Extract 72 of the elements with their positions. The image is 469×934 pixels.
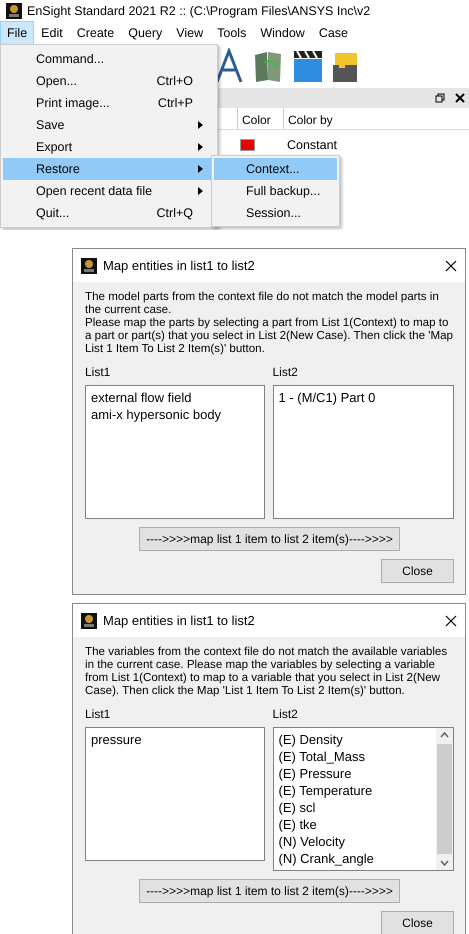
close-button[interactable]: Close: [381, 559, 454, 583]
menu-item[interactable]: Session...: [214, 202, 337, 224]
menu-item[interactable]: View: [169, 20, 210, 46]
list-item[interactable]: pressure: [91, 731, 142, 748]
book-icon[interactable]: [253, 49, 283, 83]
list-item[interactable]: ami-x hypersonic body: [91, 406, 222, 423]
column-header[interactable]: Color: [237, 108, 283, 129]
menu-item[interactable]: Print image... Ctrl+P: [3, 92, 215, 114]
list-label: List1: [85, 706, 112, 723]
scrollbar[interactable]: [436, 728, 453, 870]
list-item[interactable]: (N) Velocity: [278, 833, 345, 850]
submenu-arrow-icon: [198, 187, 203, 195]
message-text: Please map the parts by selecting a part from List 1(Context) to map to a part or part(s) that you select in List 2(New Case). Then click the 'Map List 1 Item To List 2 Item(s)' button.: [85, 316, 454, 355]
menu-item[interactable]: Open... Ctrl+O: [3, 70, 215, 92]
app-icon: [81, 258, 97, 274]
map-button[interactable]: ---->>>>map list 1 item to list 2 item(s)---->>>>: [139, 527, 400, 551]
map-button[interactable]: ---->>>>map list 1 item to list 2 item(s)---->>>>: [139, 879, 400, 903]
restore-icon[interactable]: [435, 93, 445, 103]
dialog-title: Map entities in list1 to list2: [103, 612, 255, 630]
close-button[interactable]: Close: [381, 911, 454, 934]
menu-item[interactable]: Query: [121, 20, 170, 46]
app-icon: [6, 3, 22, 19]
menu-item[interactable]: Window: [253, 20, 312, 46]
clapperboard-icon[interactable]: [293, 49, 323, 83]
menu-item[interactable]: Edit: [34, 20, 70, 46]
list-box[interactable]: external flow field ami-x hypersonic body: [85, 385, 264, 519]
shortcut-label: Ctrl+Q: [156, 204, 193, 222]
list-box[interactable]: 1 - (M/C1) Part 0: [272, 385, 454, 519]
list-label: List2: [272, 706, 299, 723]
list-item[interactable]: (E) Density: [278, 731, 343, 748]
list-item[interactable]: (N) Crank_angle: [278, 850, 374, 867]
list-box[interactable]: (E) Density (E) Total_Mass (E) Pressure (E) Temperature (E) scl (E) tke (N) Velocity (N) Crank_angle: [272, 727, 454, 871]
list-label: List1: [85, 364, 112, 381]
menu-item[interactable]: Create: [70, 20, 122, 46]
menu-item[interactable]: File: [0, 20, 34, 46]
app-icon: [81, 612, 97, 628]
shortcut-label: Ctrl+P: [158, 94, 193, 112]
annotation-icon[interactable]: [215, 48, 243, 84]
list-item[interactable]: (E) scl: [278, 799, 316, 816]
menu-item[interactable]: Export: [3, 136, 215, 158]
submenu-arrow-icon: [198, 165, 203, 173]
list-item[interactable]: 1 - (M/C1) Part 0: [278, 389, 376, 406]
list-box[interactable]: pressure: [85, 727, 264, 861]
window-title: EnSight Standard 2021 R2 :: (C:\Program Files\ANSYS Inc\v2: [27, 2, 370, 20]
message-text: The model parts from the context file do not match the model parts in the current case.: [85, 290, 440, 316]
table-cell-text: Constant: [287, 137, 338, 154]
submenu-arrow-icon: [198, 143, 203, 151]
list-item[interactable]: (E) Total_Mass: [278, 748, 365, 765]
list-item[interactable]: external flow field: [91, 389, 192, 406]
list-item[interactable]: (E) tke: [278, 816, 317, 833]
menu-item[interactable]: Open recent data file: [3, 180, 215, 202]
menu-item[interactable]: Case: [312, 20, 355, 46]
scroll-up-icon[interactable]: [440, 732, 449, 738]
scroll-thumb[interactable]: [437, 744, 452, 854]
menu-item[interactable]: Save: [3, 114, 215, 136]
list-item[interactable]: (E) Temperature: [278, 782, 372, 799]
close-icon[interactable]: [445, 614, 457, 626]
scroll-down-icon[interactable]: [440, 860, 449, 866]
shortcut-label: Ctrl+O: [156, 72, 193, 90]
menu-item[interactable]: Full backup...: [214, 180, 337, 202]
close-icon[interactable]: [455, 93, 465, 103]
submenu-arrow-icon: [198, 121, 203, 129]
list-item[interactable]: (E) Pressure: [278, 765, 352, 782]
list-label: List2: [272, 364, 299, 381]
menu-item[interactable]: Command...: [3, 48, 215, 70]
menu-item[interactable]: Quit... Ctrl+Q: [3, 202, 215, 224]
dialog-title: Map entities in list1 to list2: [103, 256, 255, 275]
column-header[interactable]: Color by: [283, 108, 353, 129]
message-text: The variables from the context file do not match the available variables in the current case. Please map the variables by selecting a variable from List 1(Context) to map to a variable that you select in List 2(New Case). Then click the Map 'List 1 Item To List 2 Item(s)' button.: [85, 645, 448, 697]
menu-item[interactable]: Context...: [214, 158, 337, 180]
menu-item[interactable]: Tools: [210, 20, 254, 46]
close-icon[interactable]: [445, 260, 457, 272]
